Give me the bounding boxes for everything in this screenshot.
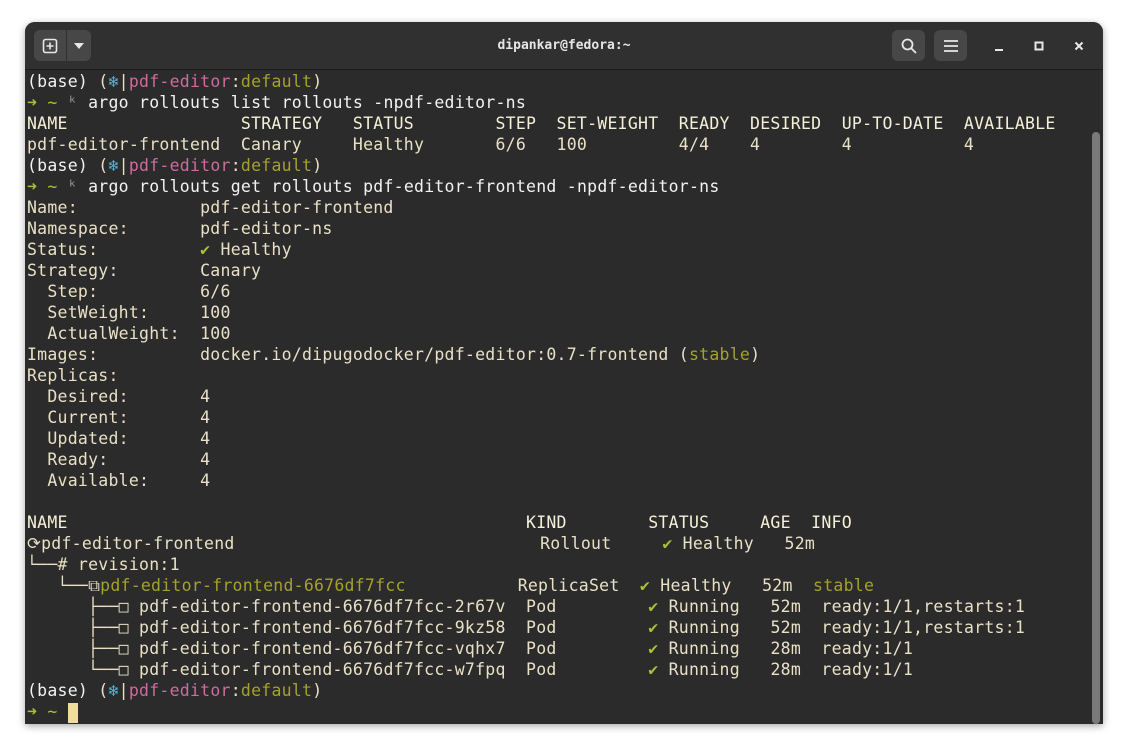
check-icon: ✔ [648,597,659,616]
detail-ready: Ready: 4 [27,450,211,469]
detail-status: Status: ✔ Healthy [27,240,292,259]
maximize-icon [1034,41,1044,51]
tree-pod: ├──□ pdf-editor-frontend-6676df7fcc-9kz5… [27,618,1026,637]
close-button[interactable] [1069,36,1089,56]
tree-replicaset: └──⧉pdf-editor-frontend-6676df7fcc Repli… [27,576,875,595]
kubernetes-icon: ❄ [108,72,119,91]
detail-desired: Desired: 4 [27,387,211,406]
scrollbar[interactable] [1092,132,1100,724]
arrow-icon: ➜ [27,177,38,196]
arrow-icon: ➜ [27,93,38,112]
pod-icon: ├──□ [27,639,140,658]
command-line-2: ➜ ~ ᵏ argo rollouts get rollouts pdf-edi… [27,177,720,196]
main-menu-button[interactable] [934,30,967,61]
detail-name: Name: pdf-editor-frontend [27,198,394,217]
check-icon: ✔ [639,576,651,595]
check-icon: ✔ [648,639,659,658]
detail-images: Images: docker.io/dipugodocker/pdf-edito… [27,345,761,364]
tree-rollout: ⟳pdf-editor-frontend Rollout ✔ Healthy 5… [27,534,816,553]
tree-pod: └──□ pdf-editor-frontend-6676df7fcc-w7fp… [27,660,914,679]
search-icon [901,38,917,54]
rollout-icon: ⟳ [27,534,42,553]
maximize-button[interactable] [1029,36,1049,56]
detail-setweight: SetWeight: 100 [27,303,231,322]
detail-updated: Updated: 4 [27,429,211,448]
terminal-window: dipankar@fedora:~ (base) (❄|pdf-editor:d… [25,22,1103,724]
check-icon: ✔ [200,240,211,259]
hamburger-menu-icon [943,39,958,52]
list-header: NAME STRATEGY STATUS STEP SET-WEIGHT REA… [27,114,1056,133]
tree-revision: └──# revision:1 [27,555,180,574]
tree-pod: ├──□ pdf-editor-frontend-6676df7fcc-2r67… [27,597,1026,616]
title-bar: dipankar@fedora:~ [25,22,1103,70]
detail-strategy: Strategy: Canary [27,261,262,280]
pod-icon: ├──□ [27,618,140,637]
search-button[interactable] [892,30,925,61]
close-icon [1074,41,1084,51]
tree-header: NAME KIND STATUS AGE INFO [27,513,852,532]
check-icon: ✔ [648,660,659,679]
check-icon: ✔ [648,618,659,637]
detail-current: Current: 4 [27,408,211,427]
pod-icon: ├──□ [27,597,140,616]
kubernetes-icon: ❄ [108,156,119,175]
list-row: pdf-editor-frontend Canary Healthy 6/6 1… [27,135,975,154]
minimize-icon [995,49,1003,51]
command-line-1: ➜ ~ ᵏ argo rollouts list rollouts -npdf-… [27,93,527,112]
kubernetes-icon: ❄ [108,681,119,700]
detail-namespace: Namespace: pdf-editor-ns [27,219,333,238]
pod-icon: └──□ [27,660,140,679]
prompt-line-2: (base) (❄|pdf-editor:default) [27,156,323,175]
text-cursor [67,702,78,723]
minimize-button[interactable] [989,36,1009,56]
detail-step: Step: 6/6 [27,282,231,301]
terminal-output[interactable]: (base) (❄|pdf-editor:default) ➜ ~ ᵏ argo… [25,70,1089,724]
prompt-line-3: (base) (❄|pdf-editor:default) [27,681,323,700]
tree-pod: ├──□ pdf-editor-frontend-6676df7fcc-vqhx… [27,639,914,658]
replicaset-icon: └──⧉ [27,576,101,595]
prompt-line-1: (base) (❄|pdf-editor:default) [27,72,323,91]
detail-actualweight: ActualWeight: 100 [27,324,231,343]
detail-replicas: Replicas: [27,366,119,385]
arrow-icon: ➜ [27,702,38,721]
check-icon: ✔ [662,534,673,553]
detail-available: Available: 4 [27,471,211,490]
command-line-3[interactable]: ➜ ~ [27,701,78,723]
